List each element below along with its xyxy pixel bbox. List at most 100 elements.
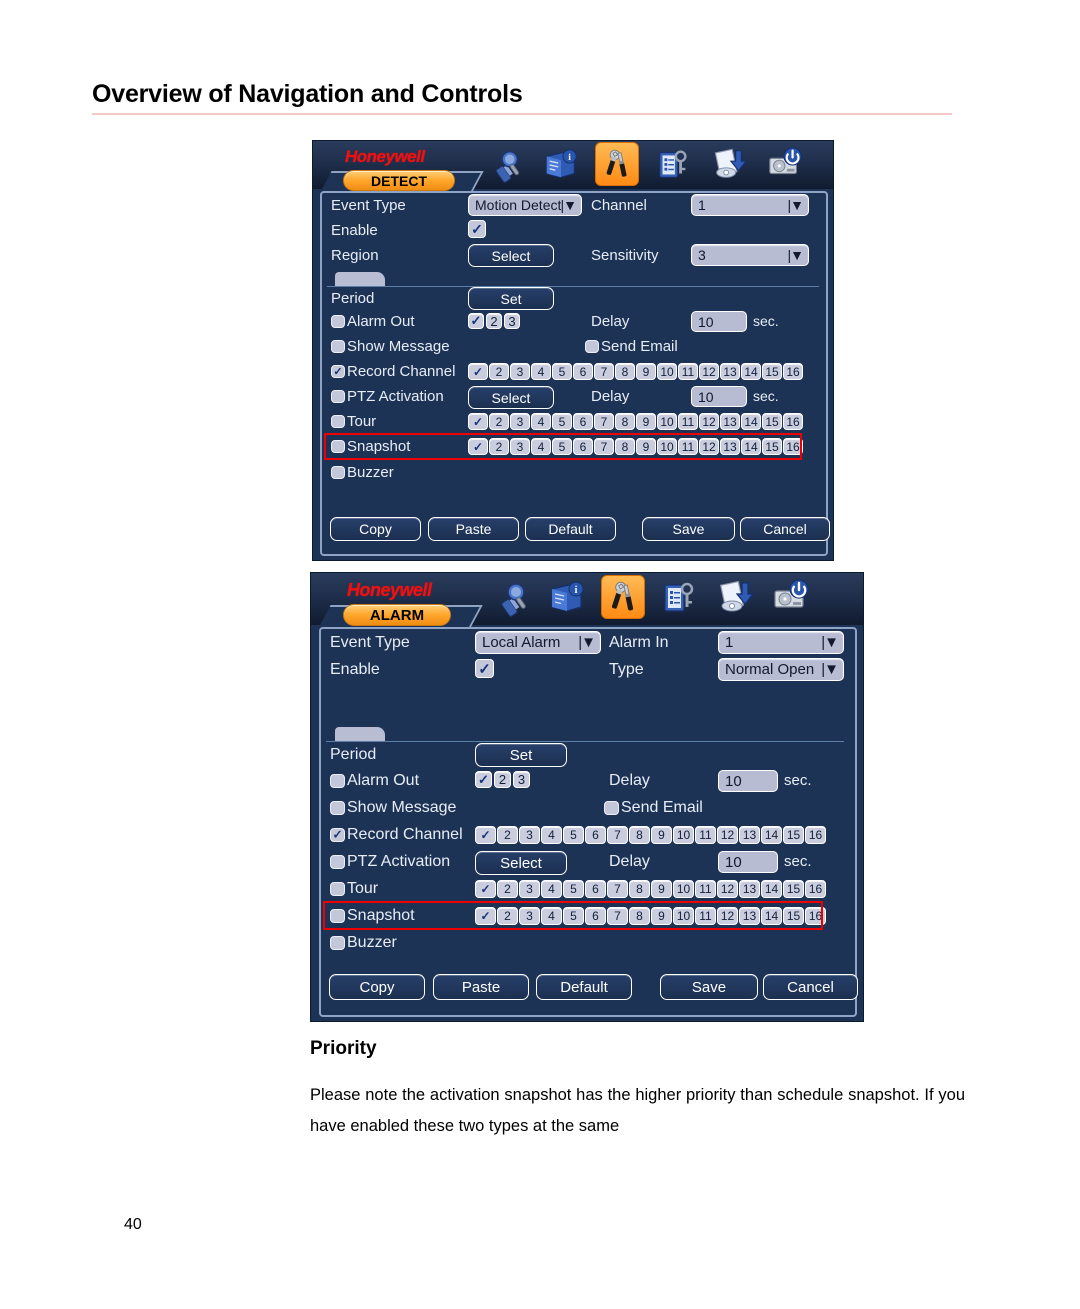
send-email-checkbox[interactable] (604, 801, 619, 815)
channel-box-16[interactable]: 16 (783, 438, 803, 455)
channel-box-6[interactable]: 6 (573, 363, 593, 380)
channel-box-6[interactable]: 6 (573, 413, 593, 430)
show-message-checkbox[interactable] (331, 340, 345, 353)
alarm-out-checkbox[interactable] (331, 315, 345, 328)
channel-box-15[interactable]: 15 (783, 907, 804, 925)
channel-box-4[interactable]: 4 (541, 826, 562, 844)
record-channel-boxes[interactable]: ✓ 2 3 4 5 6 7 8 9 10 11 12 13 14 15 16 (475, 826, 826, 844)
channel-box-12[interactable]: 12 (699, 413, 719, 430)
search-icon[interactable] (489, 575, 533, 619)
default-button[interactable]: Default (536, 974, 632, 1000)
channel-box-16[interactable]: 16 (805, 880, 826, 898)
channel-box-9[interactable]: 9 (636, 363, 656, 380)
channel-box-14[interactable]: 14 (741, 363, 761, 380)
snapshot-channel-boxes[interactable]: ✓ 2 3 4 5 6 7 8 9 10 11 12 13 14 15 16 (475, 907, 826, 925)
channel-box-13[interactable]: 13 (720, 363, 740, 380)
channel-box-11[interactable]: 11 (695, 907, 716, 925)
channel-box-13[interactable]: 13 (739, 826, 760, 844)
channel-box-1[interactable]: ✓ (468, 413, 488, 430)
channel-box-6[interactable]: 6 (573, 438, 593, 455)
buzzer-checkbox[interactable] (331, 466, 345, 479)
channel-box-10[interactable]: 10 (657, 363, 677, 380)
channel-box-7[interactable]: 7 (594, 413, 614, 430)
channel-box-5[interactable]: 5 (563, 880, 584, 898)
channel-box-13[interactable]: 13 (720, 413, 740, 430)
channel-box-7[interactable]: 7 (607, 880, 628, 898)
channel-box-10[interactable]: 10 (657, 438, 677, 455)
copy-button[interactable]: Copy (329, 974, 425, 1000)
channel-box-15[interactable]: 15 (762, 438, 782, 455)
channel-box-5[interactable]: 5 (552, 438, 572, 455)
channel-box-10[interactable]: 10 (673, 880, 694, 898)
record-channel-checkbox[interactable] (330, 828, 345, 842)
ptz-select-button[interactable]: Select (468, 386, 554, 409)
region-select-button[interactable]: Select (468, 244, 554, 267)
cancel-button[interactable]: Cancel (763, 974, 858, 1000)
channel-box-6[interactable]: 6 (585, 880, 606, 898)
channel-box-5[interactable]: 5 (563, 826, 584, 844)
channel-box-1[interactable]: ✓ (475, 771, 492, 788)
channel-box-1[interactable]: ✓ (475, 826, 496, 844)
channel-box-4[interactable]: 4 (541, 880, 562, 898)
channel-box-14[interactable]: 14 (761, 880, 782, 898)
channel-box-9[interactable]: 9 (636, 438, 656, 455)
channel-box-8[interactable]: 8 (629, 907, 650, 925)
channel-box-4[interactable]: 4 (531, 413, 551, 430)
channel-box-4[interactable]: 4 (531, 438, 551, 455)
tour-channel-boxes[interactable]: ✓ 2 3 4 5 6 7 8 9 10 11 12 13 14 15 16 (475, 880, 826, 898)
tour-channel-boxes[interactable]: ✓ 2 3 4 5 6 7 8 9 10 11 12 13 14 15 16 (468, 413, 803, 430)
shutdown-hdd-icon[interactable] (769, 575, 813, 619)
period-set-button[interactable]: Set (475, 743, 567, 767)
channel-box-2[interactable]: 2 (497, 880, 518, 898)
channel-box-11[interactable]: 11 (678, 363, 698, 380)
channel-box-11[interactable]: 11 (678, 438, 698, 455)
channel-box-10[interactable]: 10 (657, 413, 677, 430)
alarm-out-delay-input[interactable]: 10 (718, 770, 778, 792)
channel-box-15[interactable]: 15 (762, 363, 782, 380)
channel-box-14[interactable]: 14 (741, 413, 761, 430)
alarm-out-checkbox[interactable] (330, 774, 345, 788)
info-book-icon[interactable]: i (539, 142, 583, 186)
channel-box-8[interactable]: 8 (629, 880, 650, 898)
channel-box-3[interactable]: 3 (504, 313, 520, 329)
period-set-button[interactable]: Set (468, 287, 554, 310)
alarm-out-channel-boxes[interactable]: ✓ 2 3 (475, 771, 530, 788)
channel-box-14[interactable]: 14 (761, 907, 782, 925)
channel-box-4[interactable]: 4 (541, 907, 562, 925)
record-channel-boxes[interactable]: ✓ 2 3 4 5 6 7 8 9 10 11 12 13 14 15 16 (468, 363, 803, 380)
save-button[interactable]: Save (642, 517, 735, 541)
channel-box-7[interactable]: 7 (607, 907, 628, 925)
channel-box-12[interactable]: 12 (717, 880, 738, 898)
channel-box-7[interactable]: 7 (594, 363, 614, 380)
account-keys-icon[interactable] (651, 142, 695, 186)
channel-box-2[interactable]: 2 (489, 363, 509, 380)
channel-box-3[interactable]: 3 (519, 826, 540, 844)
alarm-out-delay-input[interactable]: 10 (691, 311, 747, 332)
channel-box-15[interactable]: 15 (783, 826, 804, 844)
save-button[interactable]: Save (660, 974, 758, 1000)
event-type-select[interactable]: Motion Detect |▼ (468, 194, 582, 216)
channel-box-15[interactable]: 15 (783, 880, 804, 898)
channel-box-11[interactable]: 11 (695, 826, 716, 844)
account-keys-icon[interactable] (657, 575, 701, 619)
channel-box-6[interactable]: 6 (585, 907, 606, 925)
channel-box-12[interactable]: 12 (699, 438, 719, 455)
channel-box-2[interactable]: 2 (489, 413, 509, 430)
send-email-checkbox[interactable] (585, 340, 599, 353)
channel-box-3[interactable]: 3 (510, 413, 530, 430)
channel-box-14[interactable]: 14 (741, 438, 761, 455)
channel-box-3[interactable]: 3 (510, 438, 530, 455)
channel-box-2[interactable]: 2 (497, 826, 518, 844)
alarm-in-select[interactable]: 1 |▼ (718, 631, 844, 654)
shutdown-hdd-icon[interactable] (763, 142, 807, 186)
channel-box-3[interactable]: 3 (513, 771, 530, 788)
show-message-checkbox[interactable] (330, 801, 345, 815)
tab-alarm[interactable]: ALARM (343, 604, 451, 626)
snapshot-checkbox[interactable] (330, 909, 345, 923)
settings-tools-icon[interactable] (601, 575, 645, 619)
channel-box-1[interactable]: ✓ (468, 363, 488, 380)
channel-box-8[interactable]: 8 (629, 826, 650, 844)
channel-box-9[interactable]: 9 (651, 880, 672, 898)
record-channel-checkbox[interactable] (331, 365, 345, 378)
tour-checkbox[interactable] (330, 882, 345, 896)
